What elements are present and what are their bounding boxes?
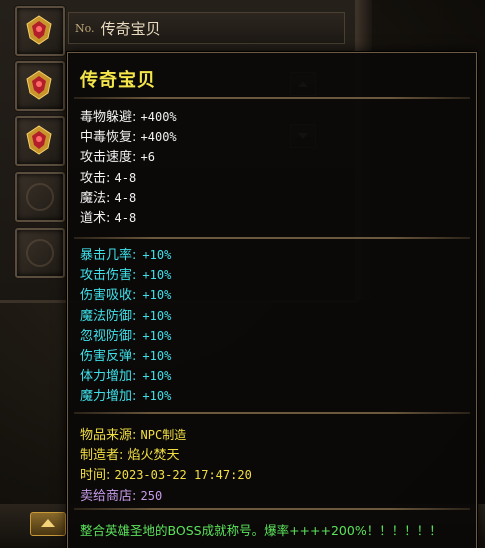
sell-value: 250 <box>140 489 163 503</box>
stat-label: 道术: <box>80 210 111 226</box>
stat-label: 中毒恢复: <box>80 130 137 146</box>
game-screen: No. 传奇宝贝 传奇宝贝 毒物躲避: +400% 中毒恢复: +400% 攻击… <box>0 0 485 548</box>
stat-value: 4-8 <box>114 210 137 225</box>
selected-item-bar[interactable]: No. 传奇宝贝 <box>68 12 345 44</box>
stat-row: 体力增加: +10% <box>80 366 171 386</box>
stat-row: 忽视防御: +10% <box>80 326 171 346</box>
stat-value: +10% <box>142 369 172 384</box>
source-label: 物品来源: <box>80 428 137 443</box>
divider <box>74 97 470 99</box>
divider <box>74 237 470 239</box>
stat-value: +10% <box>142 389 172 404</box>
stat-label: 体力增加: <box>80 369 137 385</box>
stat-row: 中毒恢复: +400% <box>80 127 177 147</box>
bonus-stats-list: 暴击几率: +10% 攻击伤害: +10% 伤害吸收: +10% 魔法防御: +10% … <box>80 245 171 407</box>
time-value: 2023-03-22 17:47:20 <box>114 468 252 482</box>
selected-item-name: 传奇宝贝 <box>100 19 161 38</box>
stat-label: 攻击: <box>80 170 111 186</box>
stat-value: +10% <box>142 248 172 262</box>
base-stats-list: 毒物躲避: +400% 中毒恢复: +400% 攻击速度: +6 攻击: 4-8… <box>80 107 177 228</box>
sell-label: 卖给商店: <box>80 489 137 504</box>
stat-value: +400% <box>140 110 177 124</box>
empty-slot-icon[interactable] <box>15 172 65 222</box>
stat-label: 忽视防御: <box>80 328 137 344</box>
stat-label: 伤害反弹: <box>80 348 137 364</box>
stat-value: +400% <box>140 130 177 145</box>
stat-row: 道术: 4-8 <box>80 208 177 228</box>
stat-label: 魔法: <box>80 190 111 206</box>
maker-value: 焰火焚天 <box>127 448 180 463</box>
expand-up-button[interactable] <box>30 512 66 536</box>
stat-label: 暴击几率: <box>80 248 137 263</box>
time-line: 时间: 2023-03-22 17:47:20 <box>80 464 252 483</box>
stat-value: +6 <box>140 150 155 165</box>
stat-label: 攻击速度: <box>80 150 137 166</box>
tooltip-title: 传奇宝贝 <box>80 70 156 91</box>
gem-icon <box>26 70 52 100</box>
stat-label: 攻击伤害: <box>80 268 137 284</box>
divider <box>74 412 470 414</box>
stat-label: 伤害吸收: <box>80 288 137 304</box>
stat-row: 伤害吸收: +10% <box>80 285 171 305</box>
drop-rate-note: 整合英雄圣地的BOSS成就称号。爆率++++200%！！！！！！ <box>80 523 442 538</box>
stat-value: 4-8 <box>114 170 137 185</box>
stat-row: 攻击伤害: +10% <box>80 265 171 285</box>
stat-row: 暴击几率: +10% <box>80 245 171 265</box>
item-slot[interactable] <box>15 6 65 56</box>
divider <box>74 508 470 510</box>
item-slot[interactable] <box>15 116 65 166</box>
maker-line: 制造者: 焰火焚天 <box>80 444 180 463</box>
stat-value: +10% <box>142 288 172 303</box>
gem-icon <box>26 15 52 45</box>
stat-row: 攻击: 4-8 <box>80 168 177 188</box>
stat-value: +10% <box>142 308 172 323</box>
sell-line: 卖给商店: 250 <box>80 485 162 504</box>
stat-row: 攻击速度: +6 <box>80 147 177 167</box>
stat-value: 4-8 <box>114 190 137 205</box>
maker-label: 制造者: <box>80 448 124 463</box>
item-number-label: No. <box>75 21 95 35</box>
stat-label: 魔法防御: <box>80 308 137 324</box>
source-line: 物品来源: NPC制造 <box>80 424 186 443</box>
stat-row: 毒物躲避: +400% <box>80 107 177 127</box>
item-tooltip: 传奇宝贝 毒物躲避: +400% 中毒恢复: +400% 攻击速度: +6 攻击… <box>67 52 477 548</box>
empty-slot-icon[interactable] <box>15 228 65 278</box>
time-label: 时间: <box>80 468 111 483</box>
stat-value: +10% <box>142 328 172 343</box>
stat-row: 魔法: 4-8 <box>80 188 177 208</box>
stat-value: +10% <box>142 348 172 363</box>
stat-label: 魔力增加: <box>80 389 137 405</box>
stat-label: 毒物躲避: <box>80 110 137 125</box>
stat-row: 魔法防御: +10% <box>80 306 171 326</box>
stat-row: 魔力增加: +10% <box>80 386 171 406</box>
stat-value: +10% <box>142 268 172 283</box>
source-value: NPC制造 <box>140 428 187 442</box>
stat-row: 伤害反弹: +10% <box>80 346 171 366</box>
item-slot[interactable] <box>15 61 65 111</box>
gem-icon <box>26 125 52 155</box>
